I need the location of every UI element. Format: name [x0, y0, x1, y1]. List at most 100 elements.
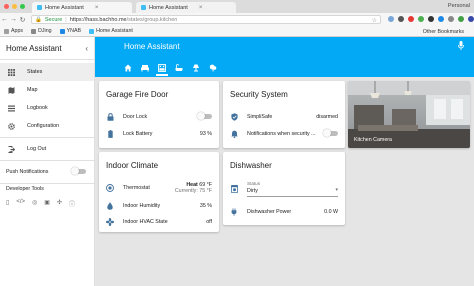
- extension-icon[interactable]: [418, 16, 424, 22]
- door-lock-row[interactable]: Door Lock: [106, 111, 212, 122]
- close-tab-icon[interactable]: ×: [199, 5, 203, 11]
- extension-icon[interactable]: [448, 16, 454, 22]
- toggle-knob: [197, 112, 205, 120]
- battery-icon: [106, 129, 114, 138]
- bookmark-home-assistant[interactable]: Home Assistant: [89, 28, 133, 34]
- bookmark-label: DJing: [38, 28, 52, 34]
- forward-icon[interactable]: →: [9, 16, 18, 23]
- hvac-state-row[interactable]: Indoor HVAC State off: [106, 216, 212, 227]
- mqtt-icon[interactable]: ✣: [57, 199, 62, 208]
- bookmark-star-icon[interactable]: ☆: [372, 17, 377, 24]
- home-icon[interactable]: [124, 63, 132, 72]
- status-select[interactable]: Status Dirty ▾: [247, 180, 338, 198]
- sidebar-item-map[interactable]: Map: [0, 81, 94, 99]
- close-tab-icon[interactable]: ×: [95, 5, 99, 11]
- developer-tools-icons: ▯ </> ◎ ▣ ✣ ⓘ: [0, 199, 94, 208]
- camera-label: Kitchen Camera: [354, 137, 392, 143]
- simplisafe-row[interactable]: SimpliSafe disarmed: [230, 111, 338, 122]
- bookmarks-bar: Apps DJing YNAB Home Assistant Other Boo…: [0, 26, 474, 37]
- url-path: /states/group.kitchen: [126, 16, 178, 23]
- extension-icon[interactable]: [388, 16, 394, 22]
- security-notifications-toggle[interactable]: [323, 129, 338, 137]
- dishwasher-status-row: Status Dirty ▾: [230, 180, 338, 198]
- maximize-window-icon[interactable]: [20, 4, 25, 9]
- browser-tab-2[interactable]: Home Assistant ×: [136, 2, 236, 13]
- sidebar-item-label: Configuration: [27, 123, 60, 129]
- extension-icon[interactable]: [438, 16, 444, 22]
- entity-value: off: [206, 218, 212, 225]
- bookmark-label: Home Assistant: [96, 28, 133, 34]
- reload-icon[interactable]: ↻: [18, 16, 27, 24]
- extension-icon[interactable]: [428, 16, 434, 22]
- minimize-window-icon[interactable]: [12, 4, 17, 9]
- ha-favicon-icon: [89, 28, 95, 34]
- bookmark-djing[interactable]: DJing: [31, 28, 52, 34]
- url-input[interactable]: 🔒 Secure | https://hass.bachho.me/states…: [31, 15, 381, 24]
- push-notifications-label: Push Notifications: [6, 169, 49, 175]
- sidebar-title: Home Assistant: [6, 43, 62, 53]
- sidebar-item-logout[interactable]: Log Out: [0, 140, 94, 158]
- code-icon[interactable]: </>: [16, 199, 25, 208]
- sofa-icon[interactable]: [141, 63, 149, 72]
- info-icon[interactable]: ⓘ: [69, 199, 75, 208]
- security-system-card: Security System SimpliSafe disarmed Noti…: [223, 81, 345, 148]
- push-notifications-row: Push Notifications: [0, 163, 94, 181]
- lamp-icon[interactable]: [192, 63, 200, 72]
- map-icon: [8, 86, 15, 94]
- extension-icon[interactable]: [398, 16, 404, 22]
- sidebar-item-configuration[interactable]: Configuration: [0, 117, 94, 135]
- door-lock-toggle[interactable]: [197, 112, 212, 120]
- kitchen-icon[interactable]: [156, 63, 168, 76]
- back-icon[interactable]: ←: [0, 16, 9, 23]
- garden-icon[interactable]: [209, 63, 217, 72]
- list-icon: [8, 105, 15, 112]
- remote-icon[interactable]: ▯: [6, 199, 9, 208]
- ha-favicon-icon: [37, 5, 42, 10]
- dishwasher-power-row[interactable]: Dishwasher Power 0.0 W: [230, 206, 338, 217]
- indoor-humidity-row[interactable]: Indoor Humidity 35 %: [106, 200, 212, 211]
- status-value: Dirty: [247, 188, 258, 194]
- entity-name: Dishwasher Power: [247, 208, 292, 215]
- bookmark-label: YNAB: [66, 28, 82, 34]
- current-label: Currently:: [174, 187, 198, 194]
- lock-icon: [106, 112, 114, 121]
- kitchen-camera-card[interactable]: Kitchen Camera: [348, 81, 470, 148]
- security-notifications-row[interactable]: Notifications when security ...: [230, 128, 338, 139]
- file-xml-icon[interactable]: ▣: [44, 199, 50, 208]
- extension-icon[interactable]: [458, 16, 464, 22]
- close-window-icon[interactable]: [4, 4, 9, 9]
- sidebar-item-label: States: [27, 69, 43, 75]
- entity-name: Door Lock: [123, 113, 148, 120]
- bookmark-apps[interactable]: Apps: [4, 28, 23, 34]
- power-plug-icon: [230, 207, 238, 216]
- browser-tab-1[interactable]: Home Assistant ×: [32, 2, 132, 13]
- broadcast-icon[interactable]: ◎: [32, 199, 37, 208]
- ha-favicon-icon: [141, 5, 146, 10]
- card-title: Security System: [230, 90, 288, 99]
- bookmark-ynab[interactable]: YNAB: [59, 28, 82, 34]
- entity-name: Notifications when security ...: [247, 130, 316, 137]
- toggle-knob: [323, 129, 331, 137]
- other-bookmarks[interactable]: Other Bookmarks: [423, 29, 464, 35]
- lock-battery-row[interactable]: Lock Battery 93 %: [106, 128, 212, 139]
- profile-button[interactable]: Personal: [448, 3, 470, 9]
- dishwasher-card: Dishwasher Status Dirty ▾ Dishwasher Pow…: [223, 152, 345, 225]
- extension-icon[interactable]: [408, 16, 414, 22]
- entity-name: Lock Battery: [123, 130, 153, 137]
- entity-value: 0.0 W: [324, 208, 338, 215]
- sidebar-item-states[interactable]: States: [0, 63, 94, 81]
- microphone-icon[interactable]: [458, 41, 464, 50]
- toggle-knob: [71, 167, 79, 175]
- bookmark-label: Apps: [11, 28, 24, 34]
- bath-icon[interactable]: [175, 63, 183, 72]
- tab-label: Home Assistant: [45, 4, 84, 11]
- chevron-left-icon[interactable]: ‹: [85, 44, 88, 53]
- push-notifications-toggle[interactable]: [71, 167, 86, 175]
- thermostat-row[interactable]: Thermostat Heat 69 °F Currently: 75 °F: [106, 181, 212, 194]
- window-controls[interactable]: [4, 4, 25, 9]
- entity-name: SimpliSafe: [247, 113, 273, 120]
- entity-value: disarmed: [316, 113, 338, 120]
- sidebar-item-logbook[interactable]: Logbook: [0, 99, 94, 117]
- entity-name: Indoor HVAC State: [123, 218, 168, 225]
- extension-icon[interactable]: [468, 16, 474, 22]
